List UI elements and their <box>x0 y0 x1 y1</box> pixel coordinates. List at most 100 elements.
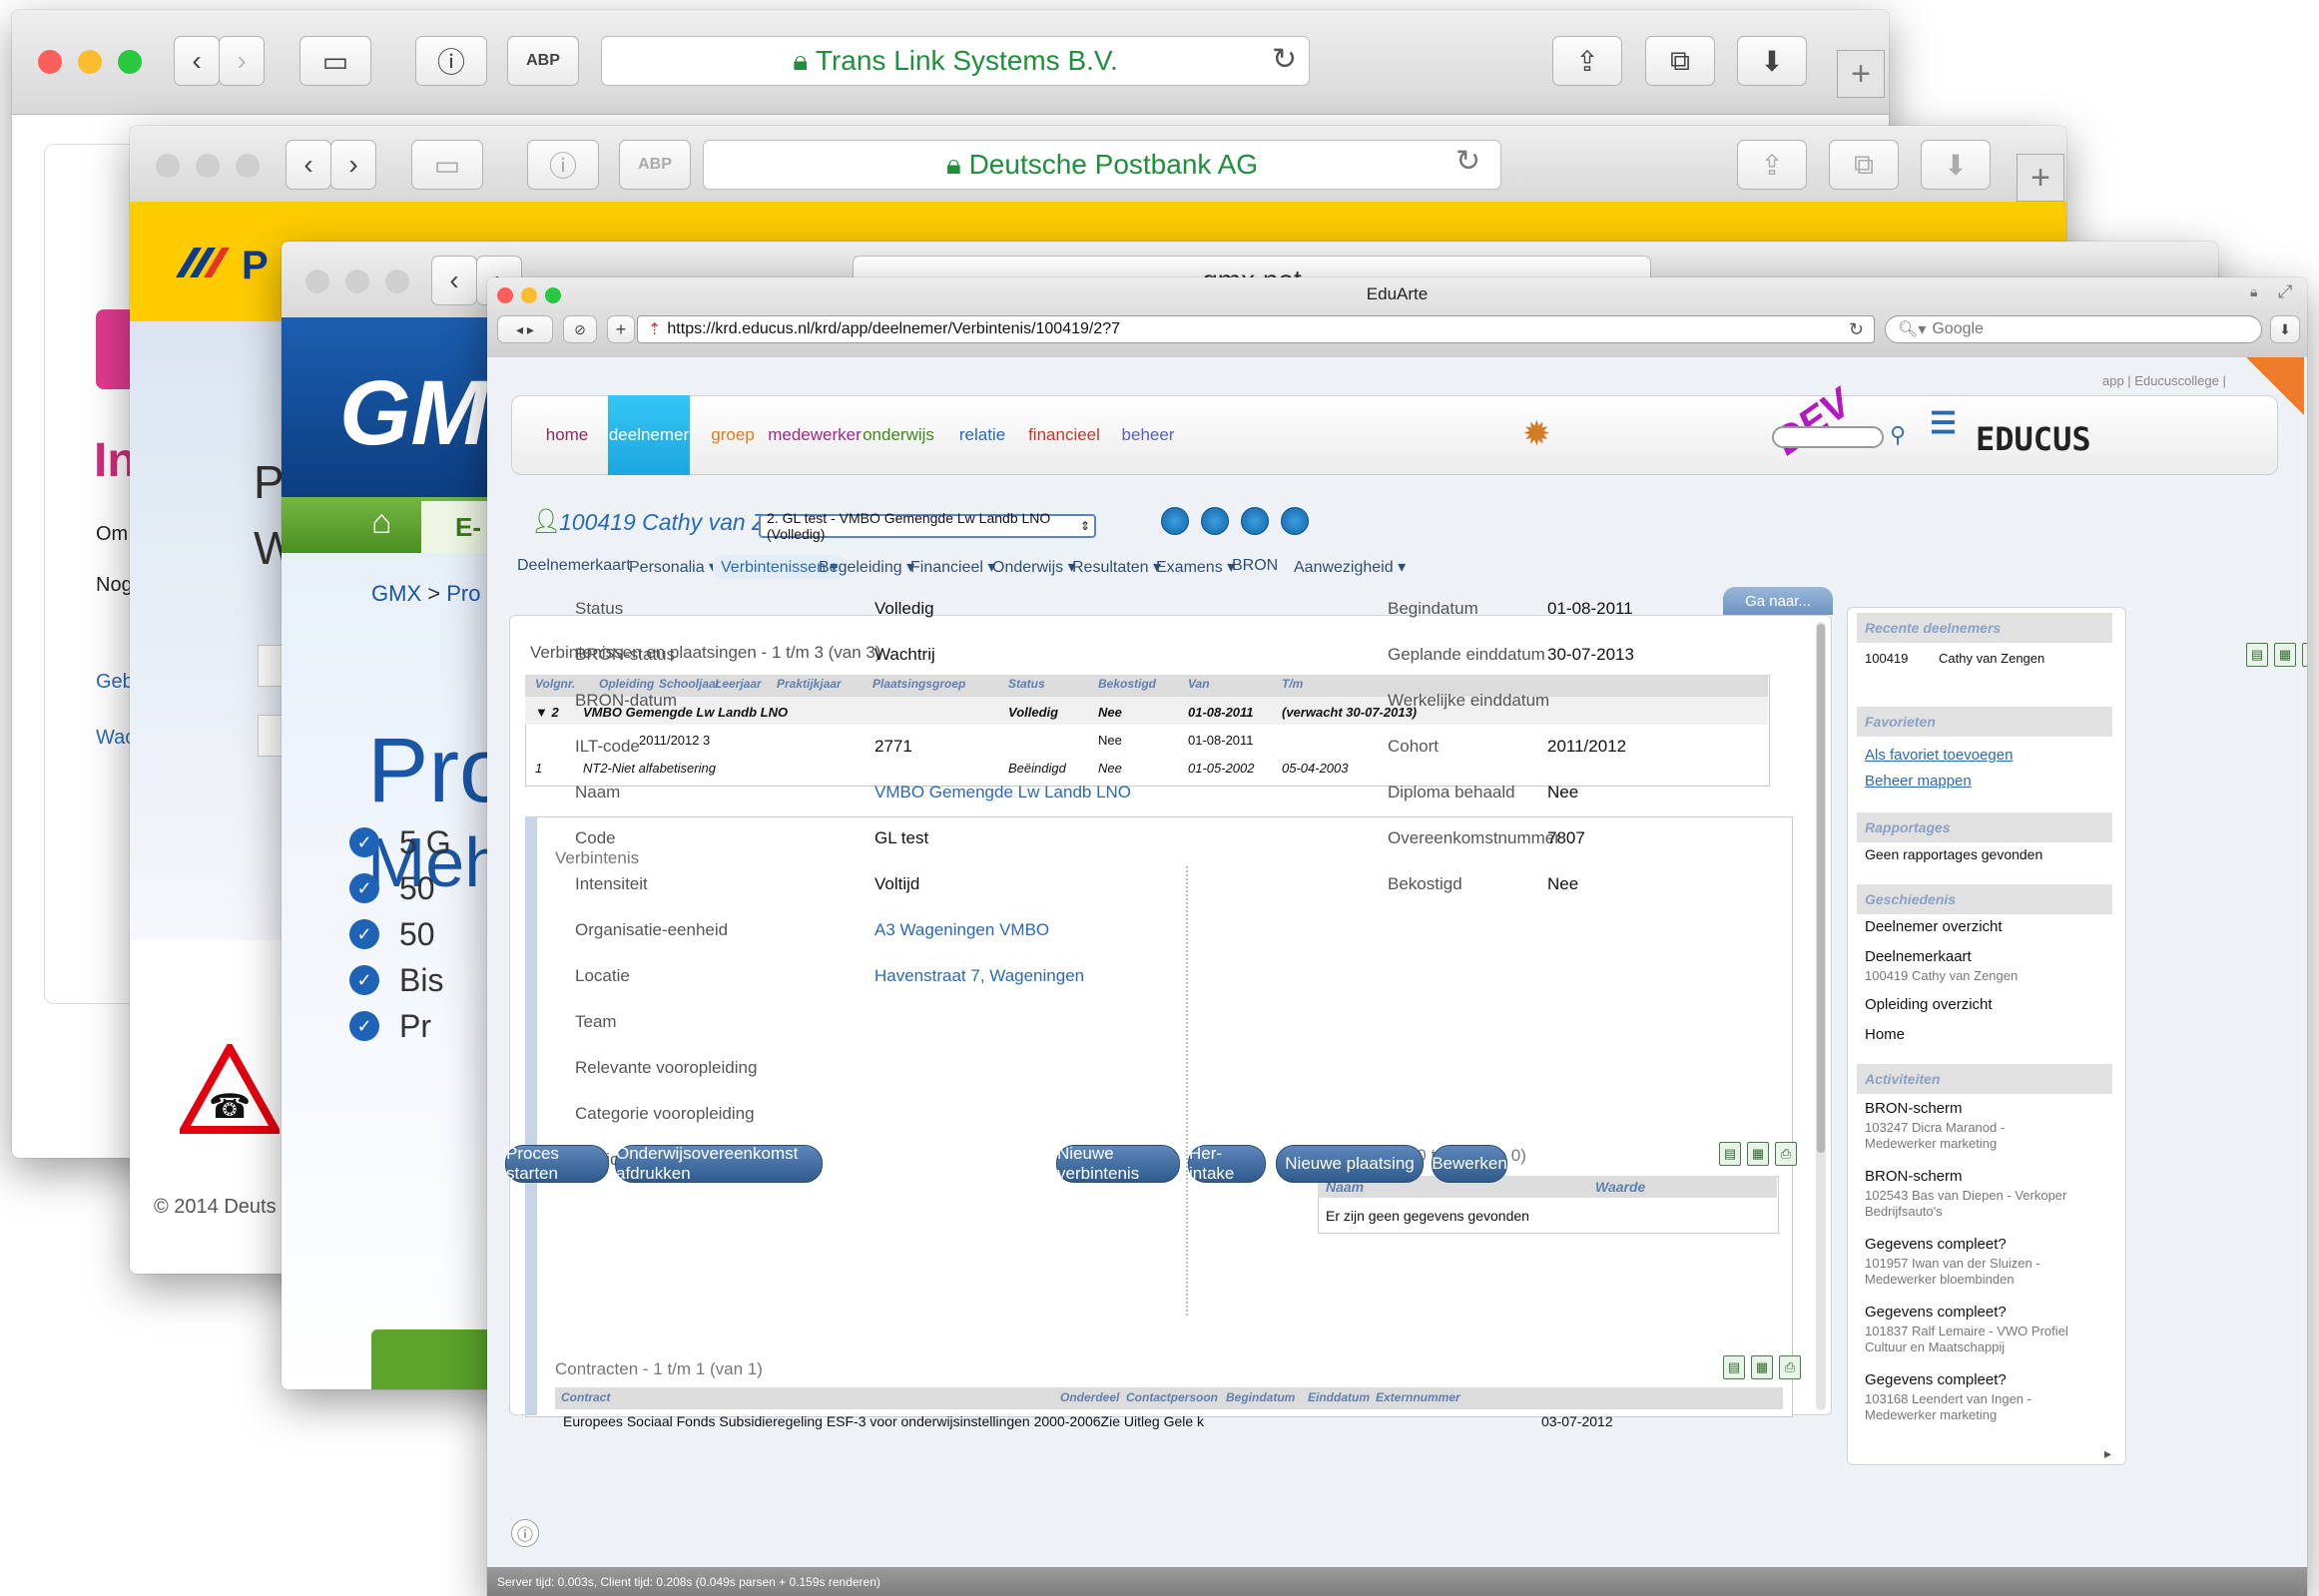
info-icon[interactable]: ⓘ <box>511 1519 539 1547</box>
contract-header-cell[interactable]: Contract <box>561 1390 610 1404</box>
nav-tab-financieel[interactable]: financieel <box>1023 396 1105 474</box>
home-icon[interactable]: ⌂ <box>371 503 392 542</box>
action-button[interactable]: Nieuwe verbintenis <box>1056 1144 1180 1183</box>
back-button[interactable]: ‹ <box>431 256 477 305</box>
contract-header-cell[interactable]: Externnummer <box>1376 1390 1460 1404</box>
recent-name[interactable]: Cathy van Zengen <box>1939 651 2044 666</box>
table-cell[interactable]: Beëindigd <box>1008 761 1066 776</box>
subnav-item[interactable]: Aanwezigheid ▾ <box>1294 557 1406 577</box>
google-search-field[interactable]: 🔍︎▾ Google <box>1885 315 2262 343</box>
history-item[interactable]: Home <box>1865 1026 1905 1043</box>
close-button[interactable] <box>305 269 329 293</box>
pdf-export-icon[interactable]: ▤ <box>2246 643 2268 667</box>
subnav-item[interactable]: Resultaten ▾ <box>1072 557 1161 577</box>
table-header-cell[interactable]: Status <box>1008 677 1045 691</box>
table-cell[interactable]: 01-08-2011 <box>1188 705 1254 720</box>
tabs-button[interactable]: ⧉ <box>1829 140 1899 190</box>
subnav-item[interactable]: Onderwijs ▾ <box>992 557 1076 577</box>
back-forward-buttons[interactable]: ◂ ▸ <box>497 315 553 343</box>
ga-naar-tab[interactable]: Ga naar... <box>1723 587 1833 615</box>
search-icon[interactable]: ⚲ <box>1890 422 1906 448</box>
print-icon[interactable]: ⎙ <box>2302 643 2307 667</box>
action-button[interactable]: Bewerken <box>1432 1145 1507 1183</box>
pdf-export-icon[interactable]: ▤ <box>1723 1355 1745 1379</box>
breadcrumb-gmx[interactable]: GMX <box>371 581 421 606</box>
download-button[interactable]: ⬇ <box>1921 140 1991 190</box>
pdf-export-icon[interactable]: ▤ <box>1719 1142 1741 1166</box>
download-button[interactable]: ⬇ <box>2270 315 2300 343</box>
table-cell[interactable]: ▼ 2 <box>535 705 559 720</box>
table-cell[interactable]: 05-04-2003 <box>1282 761 1349 776</box>
activity-title[interactable]: BRON-scherm <box>1865 1168 1963 1185</box>
sidebar-toggle-button[interactable]: ▭ <box>411 140 483 190</box>
action-button[interactable]: Onderwijsovereenkomst afdrukken <box>615 1144 823 1183</box>
address-bar[interactable]: 🔒︎ Trans Link Systems B.V. <box>601 36 1310 86</box>
subnav-item[interactable]: BRON <box>1232 557 1278 575</box>
table-cell[interactable]: 01-05-2002 <box>1188 761 1255 776</box>
action-button[interactable]: Nieuwe plaatsing <box>1276 1145 1424 1183</box>
adblock-icon[interactable]: ABP <box>619 140 691 190</box>
new-tab-button[interactable]: + <box>1837 50 1885 98</box>
status-circle-icon[interactable] <box>1241 507 1269 535</box>
nav-tab-relatie[interactable]: relatie <box>941 396 1023 474</box>
top-right-links[interactable]: app | Educuscollege | <box>2102 373 2226 388</box>
add-button[interactable]: + <box>607 315 635 343</box>
breadcrumb-next[interactable]: Pro <box>446 581 480 606</box>
share-button[interactable]: ⇪ <box>1552 36 1622 86</box>
nav-tab-home[interactable]: home <box>526 396 608 474</box>
activity-title[interactable]: BRON-scherm <box>1865 1100 1963 1117</box>
table-header-cell[interactable]: Plaatsingsgroep <box>872 677 965 691</box>
table-cell[interactable]: NT2-Niet alfabetisering <box>583 761 716 776</box>
excel-export-icon[interactable]: ▦ <box>2274 643 2296 667</box>
history-item[interactable]: Deelnemerkaart <box>1865 948 1972 965</box>
minimize-button[interactable] <box>345 269 369 293</box>
activity-title[interactable]: Gegevens compleet? <box>1865 1371 2007 1388</box>
download-button[interactable]: ⬇ <box>1737 36 1807 86</box>
toolbar-icon[interactable]: ⊘ <box>563 315 597 343</box>
subnav-item[interactable]: Examens ▾ <box>1156 557 1235 577</box>
sidebar-next-icon[interactable]: ▸ <box>2104 1445 2111 1462</box>
subnav-item[interactable]: Personalia ▾ <box>629 557 717 577</box>
action-button[interactable]: Her-intake <box>1188 1144 1266 1183</box>
zoom-button[interactable] <box>236 154 260 178</box>
table-header-cell[interactable]: Schooljaar <box>659 677 720 691</box>
link-geb[interactable]: Geb <box>96 671 134 694</box>
reader-icon[interactable]: ⓘ <box>527 140 599 190</box>
print-icon[interactable]: ⎙ <box>1779 1355 1801 1379</box>
table-header-cell[interactable]: Bekostigd <box>1098 677 1156 691</box>
minimize-button[interactable] <box>196 154 220 178</box>
global-search-input[interactable] <box>1772 426 1884 448</box>
zoom-button[interactable] <box>385 269 409 293</box>
history-item[interactable]: Deelnemer overzicht <box>1865 918 2003 935</box>
reload-icon[interactable]: ↻ <box>1272 42 1297 77</box>
detail-link[interactable]: A3 Wageningen VMBO <box>874 920 1049 940</box>
subnav-item[interactable]: Begeleiding ▾ <box>819 557 914 577</box>
nav-tab-deelnemer[interactable]: deelnemer <box>608 395 690 475</box>
fav-manage-link[interactable]: Beheer mappen <box>1865 773 1972 790</box>
contract-cell[interactable]: Europees Sociaal Fonds Subsidieregeling … <box>563 1413 1262 1429</box>
detail-link[interactable]: Havenstraat 7, Wageningen <box>874 966 1084 986</box>
table-cell[interactable]: Volledig <box>1008 705 1058 720</box>
contract-header-cell[interactable]: Begindatum <box>1226 1390 1295 1404</box>
close-button[interactable] <box>156 154 180 178</box>
recent-id[interactable]: 100419 <box>1865 651 1908 666</box>
activity-title[interactable]: Gegevens compleet? <box>1865 1236 2007 1253</box>
reader-icon[interactable]: ⓘ <box>415 36 487 86</box>
reload-icon[interactable]: ↻ <box>1849 319 1864 340</box>
history-item[interactable]: Opleiding overzicht <box>1865 996 1993 1013</box>
contract-header-cell[interactable]: Contactpersoon <box>1126 1390 1218 1404</box>
contract-header-cell[interactable]: Einddatum <box>1308 1390 1370 1404</box>
table-header-cell[interactable]: Praktijkjaar <box>777 677 842 691</box>
share-button[interactable]: ⇪ <box>1737 140 1807 190</box>
settings-gear-icon[interactable]: ✹ <box>1522 414 1551 454</box>
action-button[interactable]: Proces starten <box>505 1144 609 1183</box>
fav-add-link[interactable]: Als favoriet toevoegen <box>1865 747 2013 764</box>
detail-link[interactable]: VMBO Gemengde Lw Landb LNO <box>874 783 1131 802</box>
adblock-icon[interactable]: ABP <box>507 36 579 86</box>
table-header-cell[interactable]: Leerjaar <box>715 677 762 691</box>
contract-header-cell[interactable]: Onderdeel <box>1060 1390 1119 1404</box>
status-circle-icon[interactable] <box>1281 507 1309 535</box>
address-bar[interactable]: 🔒︎ Deutsche Postbank AG <box>703 140 1501 190</box>
new-tab-button[interactable]: + <box>2017 154 2064 202</box>
close-button[interactable] <box>38 50 62 74</box>
